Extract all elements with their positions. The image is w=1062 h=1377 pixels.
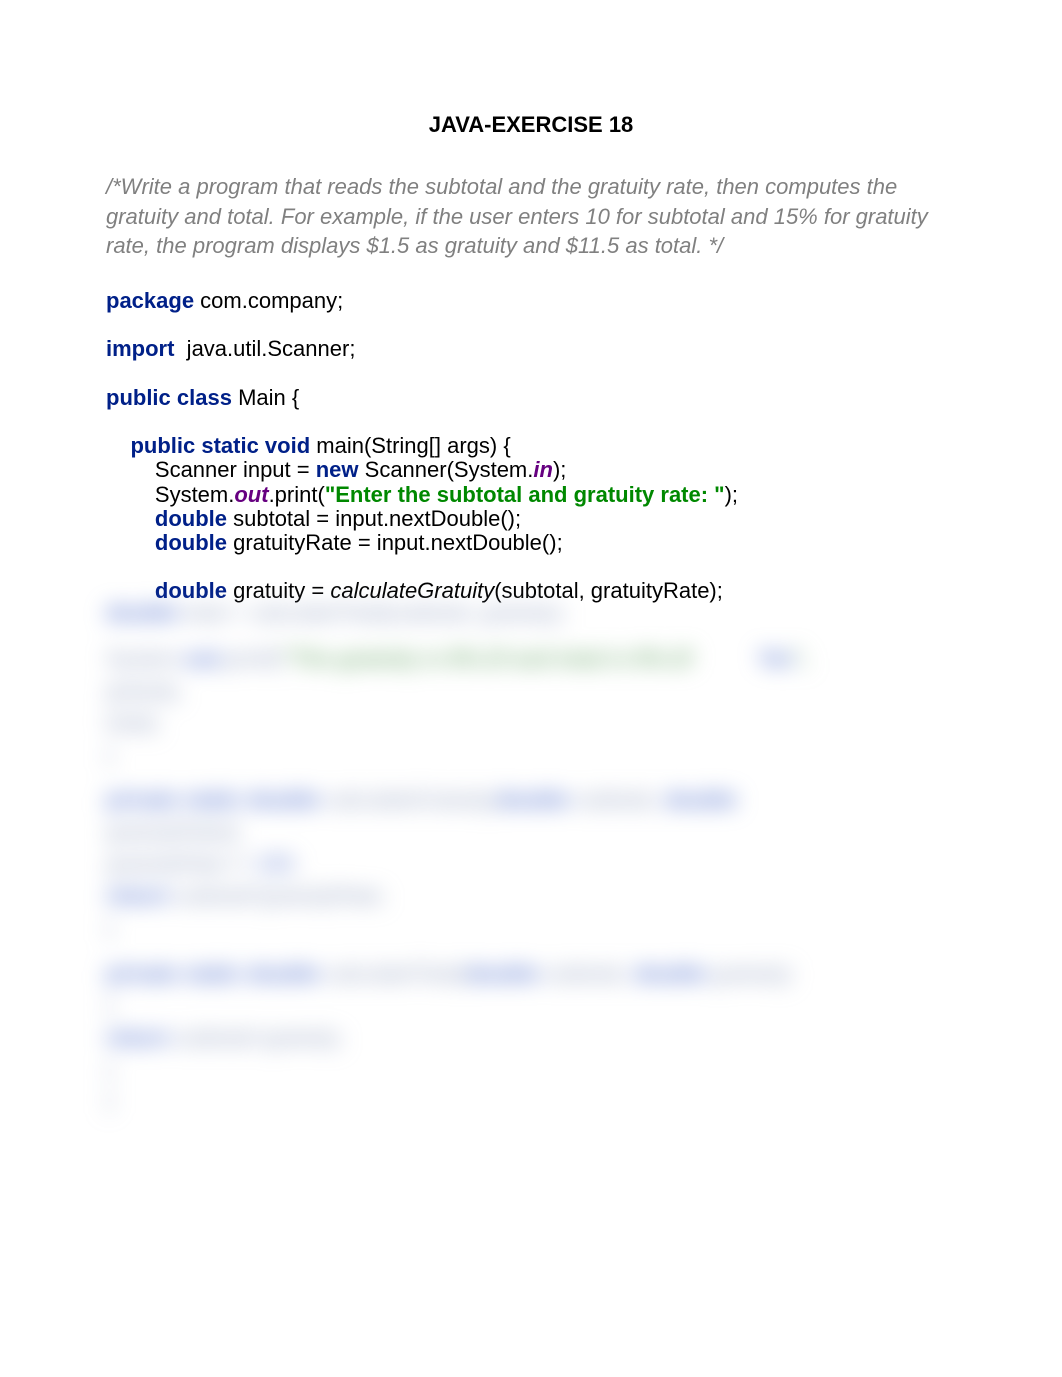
code-text: subtotal+gratuity; [170,1025,344,1050]
code-comment: /*Write a program that reads the subtota… [106,172,956,261]
static-field: in [533,457,553,482]
code-text: 100 [256,851,293,876]
code-text: calculateGratuity( [320,787,497,812]
keyword: import [106,336,174,361]
code-text: } [106,1088,113,1113]
code-text: .print( [269,482,325,507]
code-text: calculateTotal( [320,961,467,986]
code-text: ; [293,851,299,876]
keyword: package [106,288,194,313]
code-text: ", [792,646,809,671]
code-text: main(String[] args) { [310,433,511,458]
code-text: double [665,787,737,812]
code-text: return [106,1025,170,1050]
code-text: } [106,742,113,767]
code-text: subtotal, [569,787,664,812]
keyword: public class [106,385,232,410]
string-literal: "Enter the subtotal and gratuity rate: " [325,482,725,507]
code-text: private static double [106,787,320,812]
code-text: System. [106,482,234,507]
code-text: Scanner input = [106,457,316,482]
keyword: public static void [106,433,310,458]
code-text: gratuityRate = input.nextDouble(); [227,530,563,555]
code-text: } [106,915,113,940]
code-text: gratuityRate /= [106,851,256,876]
code-text: (subtotal, gratuity); [384,600,566,625]
code-block: package com.company; import java.util.Sc… [106,289,956,603]
code-text: total = [178,600,251,625]
code-text: gratuity) [706,961,792,986]
document-page: JAVA-EXERCISE 18 /*Write a program that … [0,0,1062,1377]
code-text: %n [759,646,792,671]
code-text: return [106,883,170,908]
code-text: Main { [232,385,299,410]
code-text: double [497,787,569,812]
code-text: subtotal, [539,961,634,986]
code-text: com.company; [194,288,343,313]
code-text: Scanner(System. [359,457,534,482]
code-text: ); [553,457,566,482]
keyword: double [106,530,227,555]
static-field: out [234,482,268,507]
blurred-code: double total = calculateTotal(subtotal, … [106,597,956,1117]
code-text: subtotal*gratuityRate; [170,883,386,908]
code-text: } [106,1057,113,1082]
code-text: private static double [106,961,320,986]
code-text: { [106,993,113,1018]
code-text: System. [106,646,185,671]
code-text: "The gratuity is $%.2f and total is $%.2… [282,646,692,671]
code-text: total); [106,710,161,735]
code-text: calculateTotal [251,600,384,625]
code-text: .printf( [220,646,282,671]
code-text: java.util.Scanner; [174,336,355,361]
code-text: ); [725,482,738,507]
page-title: JAVA-EXERCISE 18 [106,112,956,138]
code-text: gratuityRate){ [106,819,239,844]
keyword: new [316,457,359,482]
code-text: out [185,646,219,671]
code-text: double [106,600,178,625]
keyword: double [106,506,227,531]
code-text: double [467,961,539,986]
code-text: subtotal = input.nextDouble(); [227,506,521,531]
code-text: double [634,961,706,986]
blurred-preview: double total = calculateTotal(subtotal, … [106,597,956,1117]
code-text: gratuity, [106,678,183,703]
